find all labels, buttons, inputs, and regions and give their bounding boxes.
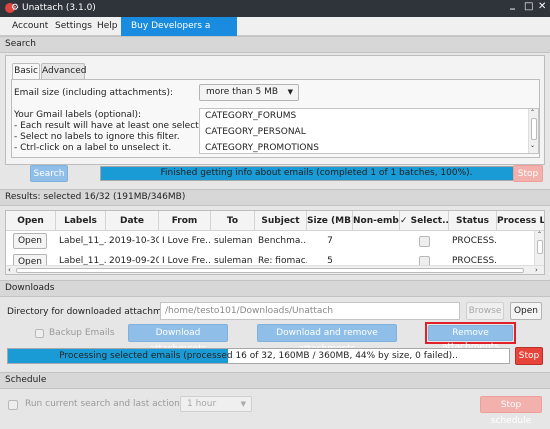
search-progress-text: Finished getting info about emails (comp… (160, 168, 473, 178)
email-size-select[interactable]: more than 5 MB ▼ (199, 84, 299, 101)
scroll-up-icon[interactable]: ⌃ (530, 109, 535, 116)
chevron-down-icon: ▼ (287, 88, 293, 96)
table-header: Open Labels Date From To Subject Size (M… (6, 211, 544, 231)
cell-status: PROCESS... (452, 236, 497, 246)
cell-size: 7 (327, 236, 333, 246)
cell-from: I Love Fre... (162, 236, 211, 246)
download-progress-bar: Processing selected emails (processed 16… (7, 348, 510, 364)
row-select-checkbox[interactable] (419, 236, 430, 247)
download-remove-button[interactable]: Download and remove attachments (257, 324, 397, 354)
col-open[interactable]: Open (6, 211, 56, 231)
menu-buy-coffee[interactable]: Buy Developers a Coffee (121, 17, 237, 50)
cell-to: suleman ... (214, 236, 255, 246)
email-size-value: more than 5 MB (206, 87, 279, 97)
label-option[interactable]: CATEGORY_PERSONAL (205, 127, 306, 137)
browse-button[interactable]: Browse (466, 302, 504, 320)
col-size[interactable]: Size (MB) (307, 211, 353, 231)
row-open-button[interactable]: Open (13, 233, 47, 249)
chevron-down-icon: ▼ (240, 400, 246, 408)
search-button[interactable]: Search (30, 165, 68, 182)
label-option[interactable]: CATEGORY_PROMOTIONS (205, 143, 319, 153)
search-section-header: Search (0, 36, 550, 53)
window-close-icon[interactable]: ✕ (538, 1, 546, 12)
labels-help-3: - Select no labels to ignore this filter… (14, 132, 180, 142)
download-dir-field[interactable]: /home/testo101/Downloads/Unattach (160, 302, 460, 320)
search-stop-button[interactable]: Stop (513, 165, 543, 182)
window-title: Unattach (3.1.0) (22, 3, 96, 13)
maximize-icon[interactable]: □ (524, 1, 533, 12)
cell-subject: Benchma... (258, 236, 307, 246)
minimize-icon[interactable]: _ (510, 0, 515, 10)
scroll-down-icon[interactable]: ⌄ (530, 142, 535, 149)
menu-account[interactable]: Account (6, 17, 54, 36)
results-section-header: Results: selected 16/32 (191MB/346MB) (0, 189, 550, 206)
scroll-up-icon[interactable]: ⌃ (537, 231, 542, 238)
labels-list[interactable]: CATEGORY_FORUMS CATEGORY_PERSONAL CATEGO… (199, 108, 539, 154)
labels-help-1: Your Gmail labels (optional): (14, 110, 142, 120)
scroll-left-icon[interactable]: ‹ (8, 266, 11, 274)
col-status[interactable]: Status (449, 211, 497, 231)
scroll-thumb[interactable] (531, 118, 537, 140)
schedule-checkbox[interactable] (8, 400, 18, 410)
col-from[interactable]: From (159, 211, 211, 231)
col-process-log[interactable]: Process L... (497, 211, 544, 231)
tab-advanced[interactable]: Advanced (41, 63, 86, 79)
col-subject[interactable]: Subject (255, 211, 307, 231)
download-attachments-button[interactable]: Download attachments (128, 324, 228, 354)
schedule-interval-value: 1 hour (187, 399, 217, 409)
menu-bar: Account Settings Help Buy Developers a C… (0, 17, 550, 50)
email-size-label: Email size (including attachments): (14, 88, 174, 98)
scroll-right-icon[interactable]: › (535, 266, 538, 274)
col-non-embedded[interactable]: Non-emb... (353, 211, 400, 231)
stop-schedule-button[interactable]: Stop schedule (480, 396, 542, 426)
backup-emails-label: Backup Emails (49, 328, 115, 338)
backup-emails-checkbox[interactable] (35, 329, 44, 338)
labels-help-4: - Ctrl-click on a label to unselect it. (14, 143, 172, 153)
col-date[interactable]: Date (106, 211, 159, 231)
search-progress-bar: Finished getting info about emails (comp… (100, 166, 533, 181)
open-button[interactable]: Open (510, 302, 542, 320)
schedule-section-header: Schedule (0, 372, 550, 389)
table-hscrollbar[interactable]: ‹ › (6, 265, 544, 274)
results-table: Open Labels Date From To Subject Size (M… (5, 210, 545, 275)
label-option[interactable]: CATEGORY_FORUMS (205, 111, 296, 121)
labels-scrollbar[interactable]: ⌃ ⌄ (528, 109, 538, 153)
table-vscrollbar[interactable]: ⌃ (534, 231, 544, 265)
title-bar: ⚙ Unattach (3.1.0) _ □ ✕ (0, 0, 550, 17)
menu-help[interactable]: Help (91, 17, 124, 36)
schedule-interval-select[interactable]: 1 hour ▼ (180, 396, 252, 412)
app-logo-icon: ⚙ (11, 3, 20, 13)
col-select[interactable]: ✓ Select... (400, 211, 449, 231)
scroll-thumb[interactable] (537, 240, 543, 254)
col-to[interactable]: To (211, 211, 255, 231)
remove-attachments-button[interactable]: Remove attachments (428, 325, 513, 352)
scroll-thumb[interactable] (16, 268, 524, 273)
download-stop-button[interactable]: Stop (515, 347, 543, 365)
tab-basic[interactable]: Basic (12, 63, 40, 79)
cell-labels: Label_11_... (59, 236, 106, 246)
downloads-section-header: Downloads (0, 280, 550, 297)
table-row[interactable]: Open Label_11_... 2019-10-30 I Love Fre.… (6, 231, 534, 251)
cell-date: 2019-10-30 (109, 236, 159, 246)
col-labels[interactable]: Labels (56, 211, 106, 231)
download-dir-label: Directory for downloaded attachments: (7, 307, 185, 317)
download-progress-text: Processing selected emails (processed 16… (59, 351, 458, 361)
